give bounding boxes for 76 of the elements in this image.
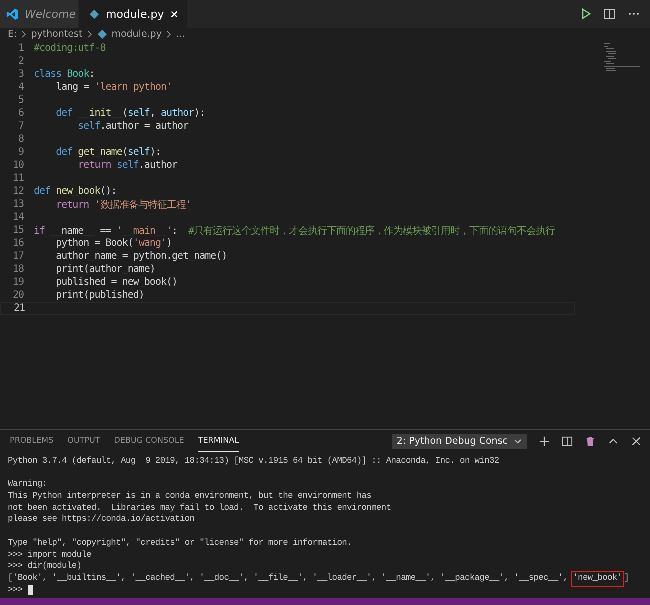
panel-tab[interactable]: DEBUG CONSOLE — [114, 430, 184, 452]
code-line: class Book: — [34, 69, 95, 80]
line-number: 7 — [17, 121, 25, 132]
plus-icon[interactable] — [539, 436, 550, 446]
panel-tab[interactable]: TERMINAL — [198, 430, 240, 452]
terminal-line: ['Book', '__builtins__', '__cached__', '__doc__', '__file__', '__loader__', '__name__', '__package__', '__spec__', — [8, 572, 568, 585]
chevron-right-icon — [86, 30, 93, 38]
chevron-right-icon — [21, 30, 28, 38]
chevron-right-icon — [166, 30, 172, 38]
code-line: def __init__(self, author): — [55, 108, 206, 119]
trash-icon[interactable] — [585, 436, 596, 446]
code-line: def get_name(self): — [55, 147, 162, 158]
code-line: #coding:utf-8 — [34, 43, 106, 54]
terminal-line: >>> dir(module) — [8, 561, 82, 573]
code-line: return '数据准备与特征工程' — [55, 198, 192, 212]
terminal-line: please see https://conda.io/activation — [8, 514, 195, 526]
line-number: 9 — [17, 147, 25, 158]
line-number: 16 — [12, 238, 25, 249]
tab-label[interactable]: module.py — [106, 8, 164, 20]
terminal-line: not been activated. Libraries may fail to load. To activate this environment — [8, 502, 392, 514]
line-number: 21 — [12, 303, 26, 314]
line-number: 14 — [12, 212, 25, 223]
breadcrumb-item[interactable]: pythontest — [31, 28, 83, 40]
terminal-line: >>> import module — [8, 550, 92, 562]
line-number: 18 — [12, 264, 25, 275]
line-number: 3 — [17, 69, 25, 80]
line-number: 13 — [12, 199, 25, 210]
panel-tab[interactable]: PROBLEMS — [10, 430, 54, 452]
code-line: print(author_name) — [55, 264, 156, 275]
line-number: 4 — [17, 82, 25, 93]
terminal-line: >>> — [8, 584, 23, 596]
code-line: self.author = author — [77, 121, 189, 132]
split-terminal-icon[interactable] — [562, 436, 573, 446]
code-line: author_name = python.get_name() — [55, 251, 228, 262]
terminal-line: Warning: — [8, 479, 48, 492]
line-number: 12 — [12, 186, 25, 197]
terminal-line: Python 3.7.4 (default, Aug 9 2019, 18:34:13) [MSC v.1915 64 bit (AMD64)] :: Anaconda, Inc. on win32 — [8, 456, 500, 468]
tab-label[interactable]: Welcome — [25, 8, 76, 20]
panel-tab[interactable]: OUTPUT — [68, 430, 100, 452]
close-icon — [170, 10, 180, 18]
editor-tab[interactable]: module.py — [79, 0, 188, 28]
more-icon[interactable] — [628, 12, 640, 16]
line-number: 5 — [17, 95, 25, 106]
line-number: 11 — [12, 173, 25, 184]
line-number: 8 — [17, 134, 25, 145]
code-line: published = new_book() — [55, 277, 178, 288]
line-number: 1 — [17, 43, 25, 54]
python-file-icon — [89, 8, 100, 20]
line-number: 6 — [17, 108, 25, 119]
line-number: 17 — [12, 251, 25, 262]
terminal-text: ] — [624, 572, 630, 585]
line-number: 20 — [12, 290, 25, 301]
minimap-drawing — [602, 42, 642, 72]
terminal-line: This Python interpreter is in a conda environment, but the environment has — [8, 491, 372, 503]
close-icon[interactable] — [631, 436, 642, 446]
run-icon[interactable] — [580, 8, 592, 20]
terminal-select[interactable]: 2: Python Debug Consc — [392, 434, 527, 448]
line-number: 10 — [12, 160, 25, 171]
editor-tab[interactable]: Welcome — [0, 0, 79, 28]
line-number: 19 — [12, 277, 25, 288]
line-number: 2 — [17, 56, 25, 67]
code-line: python = Book('wang') — [55, 238, 172, 249]
caret-icon — [514, 438, 522, 444]
breadcrumb-item[interactable]: module.py — [112, 28, 162, 40]
line-number: 15 — [12, 225, 25, 236]
code-line: return self.author — [77, 160, 178, 171]
code-line: def new_book(): — [34, 186, 117, 197]
code-line: print(published) — [55, 290, 144, 301]
code-line: lang = 'learn python' — [55, 82, 172, 93]
code-line: if __name__ == '__main__': #只有运行这个文件时，才会执行下面的程序，作为模块被引用时，下面的语句不会执行 — [34, 224, 556, 238]
breadcrumb-item[interactable]: ... — [176, 28, 186, 40]
vscode-logo-icon — [6, 8, 19, 20]
split-editor-icon[interactable] — [604, 8, 616, 20]
breadcrumb-item[interactable]: E: — [8, 28, 18, 40]
terminal-line: Type "help", "copyright", "credits" or "license" for more information. — [8, 538, 352, 550]
highlight-box: 'new_book' — [573, 572, 622, 585]
